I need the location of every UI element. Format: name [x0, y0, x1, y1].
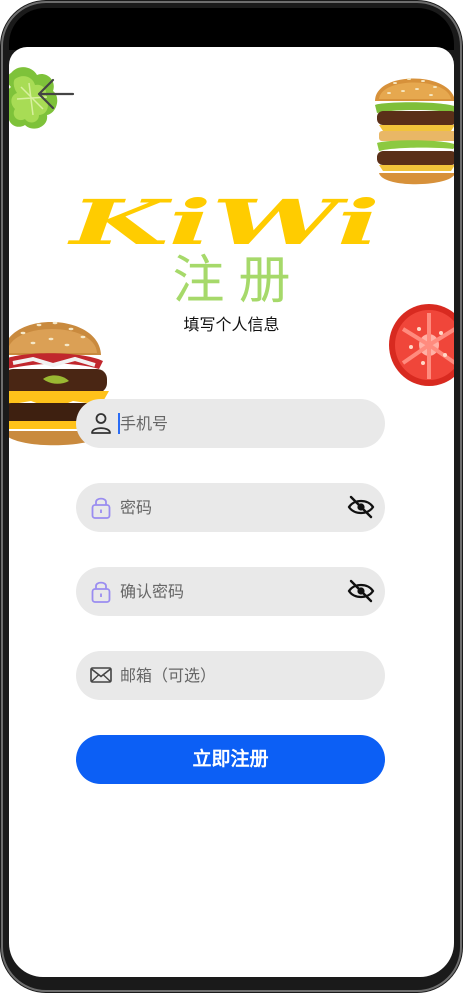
svg-text:KiWi: KiWi	[66, 195, 380, 253]
lock-icon	[91, 497, 111, 519]
burger-image-top-right	[375, 78, 454, 185]
status-bar	[9, 8, 454, 50]
password-input[interactable]: 密码	[120, 483, 152, 532]
user-icon	[91, 413, 111, 434]
lock-icon	[91, 581, 111, 603]
eye-off-icon[interactable]	[347, 578, 375, 604]
back-arrow-icon[interactable]	[37, 77, 87, 111]
tomato-image	[389, 304, 454, 386]
eye-off-icon[interactable]	[347, 494, 375, 520]
register-screen: KiWi 注册 填写个人信息 手机号 密码 确认密码 邮箱（可选） 立即注册	[9, 47, 454, 977]
email-input[interactable]: 邮箱（可选）	[120, 651, 216, 700]
password-field[interactable]: 密码	[76, 483, 385, 532]
kiwi-logo: KiWi	[66, 195, 380, 253]
phone-field[interactable]: 手机号	[76, 399, 385, 448]
confirm-password-input[interactable]: 确认密码	[120, 567, 184, 616]
mail-icon	[90, 667, 112, 683]
email-field[interactable]: 邮箱（可选）	[76, 651, 385, 700]
phone-input[interactable]: 手机号	[120, 399, 168, 448]
register-button[interactable]: 立即注册	[76, 735, 385, 784]
confirm-password-field[interactable]: 确认密码	[76, 567, 385, 616]
phone-frame: KiWi 注册 填写个人信息 手机号 密码 确认密码 邮箱（可选） 立即注册	[0, 0, 463, 993]
